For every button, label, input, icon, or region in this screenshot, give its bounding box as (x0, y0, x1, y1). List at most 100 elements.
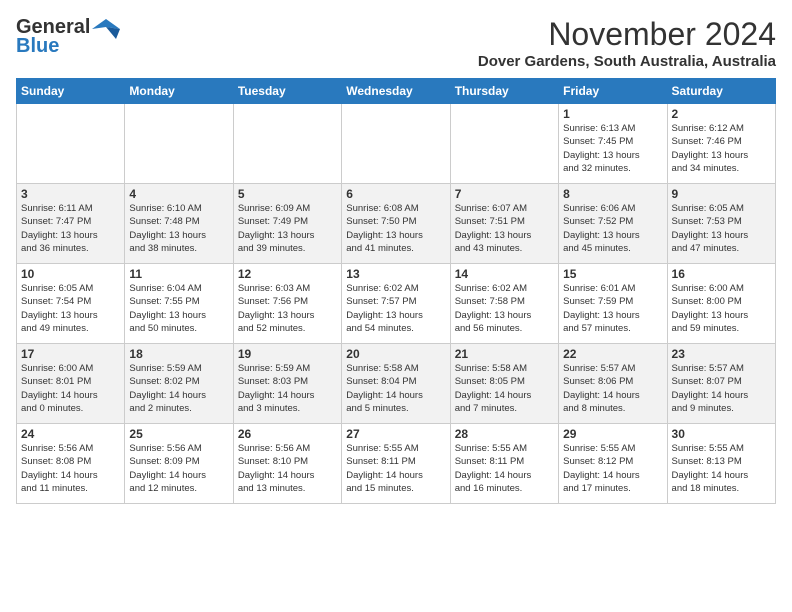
logo: General Blue (16, 16, 120, 58)
day-info: Sunrise: 5:56 AMSunset: 8:08 PMDaylight:… (21, 442, 120, 495)
day-number: 16 (672, 267, 771, 281)
day-cell: 19Sunrise: 5:59 AMSunset: 8:03 PMDayligh… (233, 344, 341, 424)
day-info: Sunrise: 6:05 AMSunset: 7:54 PMDaylight:… (21, 282, 120, 335)
day-cell: 30Sunrise: 5:55 AMSunset: 8:13 PMDayligh… (667, 424, 775, 504)
day-info: Sunrise: 6:06 AMSunset: 7:52 PMDaylight:… (563, 202, 662, 255)
day-number: 19 (238, 347, 337, 361)
day-info: Sunrise: 5:56 AMSunset: 8:10 PMDaylight:… (238, 442, 337, 495)
day-info: Sunrise: 5:55 AMSunset: 8:11 PMDaylight:… (455, 442, 554, 495)
day-cell: 13Sunrise: 6:02 AMSunset: 7:57 PMDayligh… (342, 264, 450, 344)
day-number: 7 (455, 187, 554, 201)
weekday-header-saturday: Saturday (667, 79, 775, 104)
logo-bird-icon (92, 17, 120, 39)
day-cell: 4Sunrise: 6:10 AMSunset: 7:48 PMDaylight… (125, 184, 233, 264)
day-number: 10 (21, 267, 120, 281)
day-info: Sunrise: 5:56 AMSunset: 8:09 PMDaylight:… (129, 442, 228, 495)
day-number: 20 (346, 347, 445, 361)
day-cell: 27Sunrise: 5:55 AMSunset: 8:11 PMDayligh… (342, 424, 450, 504)
week-row-5: 24Sunrise: 5:56 AMSunset: 8:08 PMDayligh… (17, 424, 776, 504)
day-info: Sunrise: 6:10 AMSunset: 7:48 PMDaylight:… (129, 202, 228, 255)
day-info: Sunrise: 5:58 AMSunset: 8:05 PMDaylight:… (455, 362, 554, 415)
day-cell: 17Sunrise: 6:00 AMSunset: 8:01 PMDayligh… (17, 344, 125, 424)
day-number: 14 (455, 267, 554, 281)
day-cell: 9Sunrise: 6:05 AMSunset: 7:53 PMDaylight… (667, 184, 775, 264)
day-cell: 3Sunrise: 6:11 AMSunset: 7:47 PMDaylight… (17, 184, 125, 264)
page-header: General Blue November 2024 Dover Gardens… (16, 16, 776, 70)
weekday-header-friday: Friday (559, 79, 667, 104)
day-number: 26 (238, 427, 337, 441)
weekday-header-row: SundayMondayTuesdayWednesdayThursdayFrid… (17, 79, 776, 104)
day-cell: 23Sunrise: 5:57 AMSunset: 8:07 PMDayligh… (667, 344, 775, 424)
day-cell: 21Sunrise: 5:58 AMSunset: 8:05 PMDayligh… (450, 344, 558, 424)
day-cell: 1Sunrise: 6:13 AMSunset: 7:45 PMDaylight… (559, 104, 667, 184)
day-number: 30 (672, 427, 771, 441)
day-info: Sunrise: 6:03 AMSunset: 7:56 PMDaylight:… (238, 282, 337, 335)
day-number: 28 (455, 427, 554, 441)
day-info: Sunrise: 6:02 AMSunset: 7:58 PMDaylight:… (455, 282, 554, 335)
day-number: 6 (346, 187, 445, 201)
day-cell: 16Sunrise: 6:00 AMSunset: 8:00 PMDayligh… (667, 264, 775, 344)
week-row-3: 10Sunrise: 6:05 AMSunset: 7:54 PMDayligh… (17, 264, 776, 344)
day-cell: 20Sunrise: 5:58 AMSunset: 8:04 PMDayligh… (342, 344, 450, 424)
weekday-header-wednesday: Wednesday (342, 79, 450, 104)
day-number: 17 (21, 347, 120, 361)
weekday-header-tuesday: Tuesday (233, 79, 341, 104)
day-cell: 22Sunrise: 5:57 AMSunset: 8:06 PMDayligh… (559, 344, 667, 424)
month-year-title: November 2024 (478, 16, 776, 53)
day-info: Sunrise: 6:11 AMSunset: 7:47 PMDaylight:… (21, 202, 120, 255)
day-cell: 6Sunrise: 6:08 AMSunset: 7:50 PMDaylight… (342, 184, 450, 264)
day-info: Sunrise: 6:09 AMSunset: 7:49 PMDaylight:… (238, 202, 337, 255)
day-number: 2 (672, 107, 771, 121)
day-info: Sunrise: 6:05 AMSunset: 7:53 PMDaylight:… (672, 202, 771, 255)
day-cell (450, 104, 558, 184)
day-info: Sunrise: 5:55 AMSunset: 8:12 PMDaylight:… (563, 442, 662, 495)
day-number: 21 (455, 347, 554, 361)
day-cell: 28Sunrise: 5:55 AMSunset: 8:11 PMDayligh… (450, 424, 558, 504)
day-number: 24 (21, 427, 120, 441)
day-info: Sunrise: 5:55 AMSunset: 8:13 PMDaylight:… (672, 442, 771, 495)
day-number: 25 (129, 427, 228, 441)
day-cell: 26Sunrise: 5:56 AMSunset: 8:10 PMDayligh… (233, 424, 341, 504)
day-info: Sunrise: 5:55 AMSunset: 8:11 PMDaylight:… (346, 442, 445, 495)
day-cell: 25Sunrise: 5:56 AMSunset: 8:09 PMDayligh… (125, 424, 233, 504)
day-number: 29 (563, 427, 662, 441)
day-info: Sunrise: 5:59 AMSunset: 8:02 PMDaylight:… (129, 362, 228, 415)
day-info: Sunrise: 5:58 AMSunset: 8:04 PMDaylight:… (346, 362, 445, 415)
day-number: 5 (238, 187, 337, 201)
day-number: 15 (563, 267, 662, 281)
week-row-4: 17Sunrise: 6:00 AMSunset: 8:01 PMDayligh… (17, 344, 776, 424)
day-number: 8 (563, 187, 662, 201)
weekday-header-monday: Monday (125, 79, 233, 104)
day-cell (342, 104, 450, 184)
day-number: 27 (346, 427, 445, 441)
day-info: Sunrise: 6:13 AMSunset: 7:45 PMDaylight:… (563, 122, 662, 175)
day-cell: 10Sunrise: 6:05 AMSunset: 7:54 PMDayligh… (17, 264, 125, 344)
day-cell (17, 104, 125, 184)
day-cell: 2Sunrise: 6:12 AMSunset: 7:46 PMDaylight… (667, 104, 775, 184)
day-info: Sunrise: 6:08 AMSunset: 7:50 PMDaylight:… (346, 202, 445, 255)
day-number: 23 (672, 347, 771, 361)
day-info: Sunrise: 6:02 AMSunset: 7:57 PMDaylight:… (346, 282, 445, 335)
day-info: Sunrise: 6:12 AMSunset: 7:46 PMDaylight:… (672, 122, 771, 175)
day-cell: 7Sunrise: 6:07 AMSunset: 7:51 PMDaylight… (450, 184, 558, 264)
day-cell (125, 104, 233, 184)
title-section: November 2024 Dover Gardens, South Austr… (478, 16, 776, 70)
day-number: 4 (129, 187, 228, 201)
day-number: 13 (346, 267, 445, 281)
day-info: Sunrise: 6:00 AMSunset: 8:01 PMDaylight:… (21, 362, 120, 415)
day-cell: 24Sunrise: 5:56 AMSunset: 8:08 PMDayligh… (17, 424, 125, 504)
day-info: Sunrise: 5:57 AMSunset: 8:07 PMDaylight:… (672, 362, 771, 415)
day-info: Sunrise: 6:01 AMSunset: 7:59 PMDaylight:… (563, 282, 662, 335)
day-number: 11 (129, 267, 228, 281)
day-cell: 18Sunrise: 5:59 AMSunset: 8:02 PMDayligh… (125, 344, 233, 424)
day-cell: 14Sunrise: 6:02 AMSunset: 7:58 PMDayligh… (450, 264, 558, 344)
day-cell (233, 104, 341, 184)
week-row-2: 3Sunrise: 6:11 AMSunset: 7:47 PMDaylight… (17, 184, 776, 264)
day-number: 9 (672, 187, 771, 201)
day-cell: 8Sunrise: 6:06 AMSunset: 7:52 PMDaylight… (559, 184, 667, 264)
day-number: 18 (129, 347, 228, 361)
day-info: Sunrise: 5:59 AMSunset: 8:03 PMDaylight:… (238, 362, 337, 415)
day-number: 12 (238, 267, 337, 281)
day-cell: 15Sunrise: 6:01 AMSunset: 7:59 PMDayligh… (559, 264, 667, 344)
location-subtitle: Dover Gardens, South Australia, Australi… (478, 53, 776, 70)
